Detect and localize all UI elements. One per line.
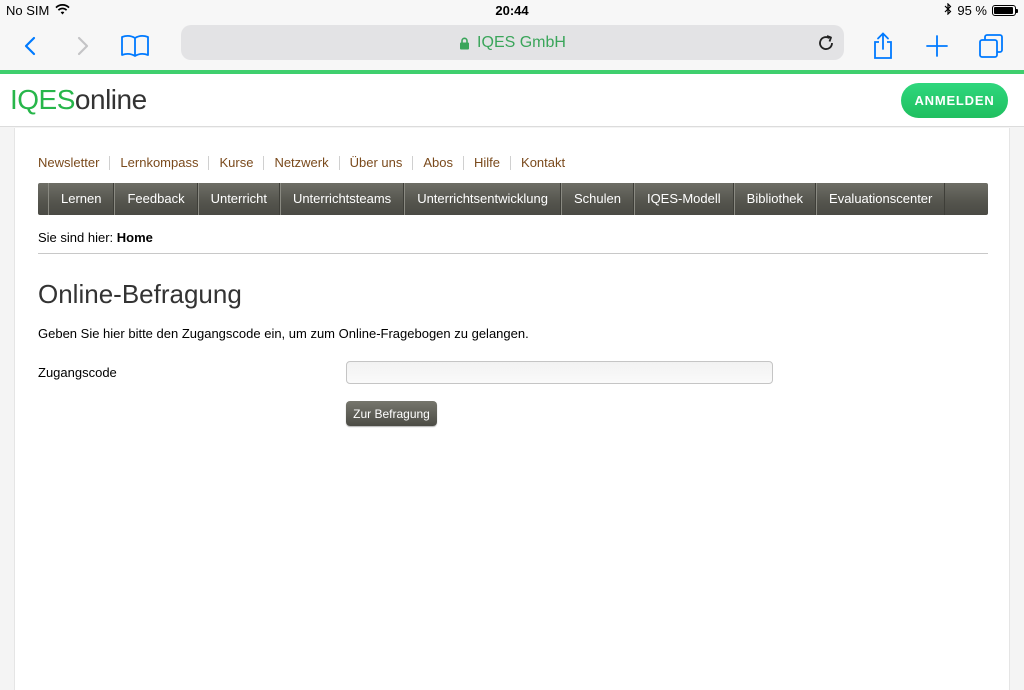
main-nav: Lernen Feedback Unterricht Unterrichtste…	[38, 183, 988, 215]
start-survey-button[interactable]: Zur Befragung	[346, 401, 437, 426]
back-button[interactable]	[12, 28, 48, 64]
site-logo[interactable]: IQESonline	[10, 84, 147, 116]
top-nav-item-abos[interactable]: Abos	[412, 156, 463, 170]
chevron-left-icon	[24, 36, 36, 56]
book-icon	[121, 35, 149, 57]
share-icon	[874, 32, 892, 59]
top-nav-item-lernkompass[interactable]: Lernkompass	[109, 156, 208, 170]
forward-button[interactable]	[65, 28, 101, 64]
reload-icon	[819, 35, 833, 50]
wifi-icon	[55, 3, 70, 18]
main-nav-item-evaluationscenter[interactable]: Evaluationscenter	[816, 183, 946, 215]
plus-icon	[926, 35, 948, 57]
top-nav-item-kurse[interactable]: Kurse	[208, 156, 263, 170]
bluetooth-icon	[944, 2, 952, 18]
new-tab-button[interactable]	[919, 28, 955, 64]
site-header: IQESonline ANMELDEN	[0, 74, 1024, 127]
access-code-label: Zugangscode	[38, 365, 117, 380]
status-right: 95 %	[944, 2, 1018, 18]
tabs-icon	[979, 34, 1003, 58]
url-title: IQES GmbH	[477, 34, 566, 51]
battery-icon	[992, 5, 1018, 16]
battery-percent: 95 %	[957, 3, 987, 18]
main-nav-item-schulen[interactable]: Schulen	[560, 183, 634, 215]
url-display: IQES GmbH	[181, 34, 844, 52]
lock-icon	[460, 37, 470, 49]
breadcrumb: Sie sind hier: Home	[38, 230, 153, 245]
top-nav-item-hilfe[interactable]: Hilfe	[463, 156, 510, 170]
tabs-button[interactable]	[973, 28, 1009, 64]
main-nav-item-unterrichtsteams[interactable]: Unterrichtsteams	[279, 183, 405, 215]
main-nav-item-unterricht[interactable]: Unterricht	[197, 183, 280, 215]
status-left: No SIM	[6, 3, 70, 18]
access-code-input[interactable]	[346, 361, 773, 384]
top-nav-item-kontakt[interactable]: Kontakt	[510, 156, 575, 170]
breadcrumb-current[interactable]: Home	[117, 230, 153, 245]
top-nav-item-netzwerk[interactable]: Netzwerk	[263, 156, 338, 170]
main-nav-item-feedback[interactable]: Feedback	[114, 183, 198, 215]
carrier-label: No SIM	[6, 3, 50, 18]
breadcrumb-prefix: Sie sind hier:	[38, 230, 114, 245]
main-nav-item-lernen[interactable]: Lernen	[48, 183, 115, 215]
share-button[interactable]	[865, 28, 901, 64]
page-content: Newsletter Lernkompass Kurse Netzwerk Üb…	[14, 128, 1010, 690]
main-nav-item-unterrichtsentwicklung[interactable]: Unterrichtsentwicklung	[404, 183, 561, 215]
reload-button[interactable]	[814, 31, 838, 55]
logo-primary: IQES	[10, 84, 75, 115]
top-nav-item-newsletter[interactable]: Newsletter	[38, 156, 109, 170]
top-nav-item-ueber-uns[interactable]: Über uns	[338, 156, 413, 170]
breadcrumb-divider	[38, 253, 988, 254]
main-nav-item-iqes-modell[interactable]: IQES-Modell	[633, 183, 734, 215]
intro-text: Geben Sie hier bitte den Zugangscode ein…	[38, 326, 529, 341]
clock: 20:44	[495, 3, 529, 18]
battery-fill	[994, 7, 1013, 14]
login-button[interactable]: ANMELDEN	[901, 83, 1008, 118]
status-bar: No SIM 20:44 95 %	[0, 0, 1024, 22]
main-nav-item-bibliothek[interactable]: Bibliothek	[733, 183, 817, 215]
chevron-right-icon	[77, 36, 89, 56]
page-title: Online-Befragung	[38, 279, 242, 309]
address-bar[interactable]: IQES GmbH	[181, 25, 844, 60]
logo-secondary: online	[74, 84, 147, 115]
browser-toolbar: IQES GmbH	[0, 22, 1024, 70]
bookmarks-button[interactable]	[117, 28, 153, 64]
top-nav: Newsletter Lernkompass Kurse Netzwerk Üb…	[38, 156, 575, 170]
